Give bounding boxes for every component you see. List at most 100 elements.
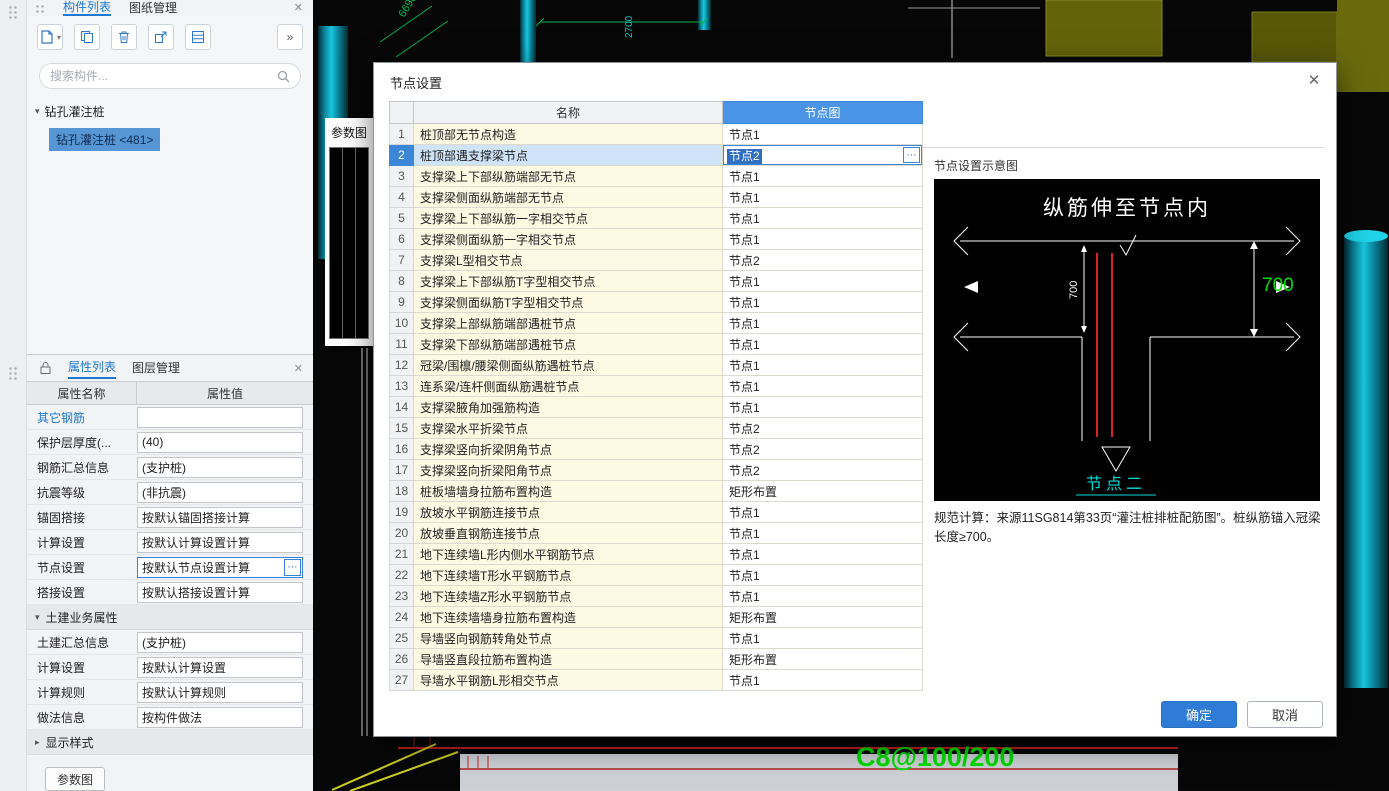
copy-layer-button[interactable] bbox=[148, 24, 174, 50]
property-value-field[interactable]: (支护桩) bbox=[137, 631, 303, 653]
tab-component-list[interactable]: 构件列表 bbox=[63, 0, 112, 16]
node-name-cell[interactable]: 导墙水平钢筋L形相交节点 bbox=[413, 669, 723, 691]
property-row[interactable]: 做法信息 按构件做法 bbox=[27, 705, 313, 730]
node-table-row[interactable]: 19 放坡水平钢筋连接节点 节点1 bbox=[389, 501, 923, 523]
node-name-cell[interactable]: 放坡垂直钢筋连接节点 bbox=[413, 522, 723, 544]
node-value-cell[interactable]: 节点1 bbox=[722, 585, 923, 607]
node-table-row[interactable]: 13 连系梁/连杆侧面纵筋遇桩节点 节点1 bbox=[389, 375, 923, 397]
node-name-cell[interactable]: 支撑梁侧面纵筋T字型相交节点 bbox=[413, 291, 723, 313]
node-value-cell[interactable]: 节点2 ⋯ bbox=[722, 144, 923, 166]
node-table-row[interactable]: 18 桩板墙墙身拉筋布置构造 矩形布置 bbox=[389, 480, 923, 502]
tree-item-selected[interactable]: 钻孔灌注桩 <481> bbox=[49, 128, 161, 151]
node-table-row[interactable]: 6 支撑梁侧面纵筋一字相交节点 节点1 bbox=[389, 228, 923, 250]
delete-button[interactable] bbox=[111, 24, 137, 50]
row-number[interactable]: 21 bbox=[389, 543, 414, 565]
property-row[interactable]: 钢筋汇总信息 (支护桩) bbox=[27, 455, 313, 480]
tab-layer-management[interactable]: 图层管理 bbox=[132, 359, 180, 378]
node-name-cell[interactable]: 放坡水平钢筋连接节点 bbox=[413, 501, 723, 523]
node-name-cell[interactable]: 导墙竖向钢筋转角处节点 bbox=[413, 627, 723, 649]
row-number[interactable]: 4 bbox=[389, 186, 414, 208]
row-number[interactable]: 10 bbox=[389, 312, 414, 334]
property-value-field[interactable]: 按默认计算设置计算 bbox=[137, 531, 303, 553]
node-table-row[interactable]: 1 桩顶部无节点构造 节点1 bbox=[389, 123, 923, 145]
node-table-row[interactable]: 5 支撑梁上下部纵筋一字相交节点 节点1 bbox=[389, 207, 923, 229]
more-tools-button[interactable]: » bbox=[277, 24, 303, 50]
property-value-field[interactable] bbox=[137, 406, 303, 428]
property-value-field[interactable]: (支护桩) bbox=[137, 456, 303, 478]
node-table-row[interactable]: 14 支撑梁腋角加强筋构造 节点1 bbox=[389, 396, 923, 418]
node-picker-button[interactable]: ⋯ bbox=[903, 147, 920, 163]
header-name[interactable]: 名称 bbox=[413, 101, 723, 124]
ok-button[interactable]: 确定 bbox=[1161, 701, 1237, 728]
search-input[interactable] bbox=[50, 69, 271, 83]
node-value-cell[interactable]: 节点1 bbox=[722, 669, 923, 691]
node-name-cell[interactable]: 支撑梁竖向折梁阴角节点 bbox=[413, 438, 723, 460]
tree-group-row[interactable]: ▾ 钻孔灌注桩 bbox=[27, 103, 313, 120]
node-name-cell[interactable]: 支撑梁上下部纵筋T字型相交节点 bbox=[413, 270, 723, 292]
dialog-close-icon[interactable]: ✕ bbox=[1304, 71, 1324, 91]
node-value-cell[interactable]: 节点2 bbox=[722, 438, 923, 460]
param-diagram-thumbnail[interactable] bbox=[329, 147, 369, 339]
node-name-cell[interactable]: 地下连续墙T形水平钢筋节点 bbox=[413, 564, 723, 586]
row-number[interactable]: 23 bbox=[389, 585, 414, 607]
node-name-cell[interactable]: 支撑梁侧面纵筋端部无节点 bbox=[413, 186, 723, 208]
node-value-cell[interactable]: 节点1 bbox=[722, 333, 923, 355]
node-value-cell[interactable]: 节点1 bbox=[722, 522, 923, 544]
property-value-field[interactable]: (非抗震) bbox=[137, 481, 303, 503]
node-value-cell[interactable]: 节点1 bbox=[722, 396, 923, 418]
node-value-cell[interactable]: 节点1 bbox=[722, 165, 923, 187]
node-name-cell[interactable]: 支撑梁竖向折梁阳角节点 bbox=[413, 459, 723, 481]
row-number[interactable]: 11 bbox=[389, 333, 414, 355]
row-number[interactable]: 9 bbox=[389, 291, 414, 313]
property-value-field[interactable]: 按默认节点设置计算 ⋯ bbox=[137, 556, 303, 578]
node-name-cell[interactable]: 导墙竖直段拉筋布置构造 bbox=[413, 648, 723, 670]
node-table-row[interactable]: 22 地下连续墙T形水平钢筋节点 节点1 bbox=[389, 564, 923, 586]
property-row[interactable]: 其它钢筋 bbox=[27, 405, 313, 430]
row-number[interactable]: 24 bbox=[389, 606, 414, 628]
node-name-cell[interactable]: 地下连续墙Z形水平钢筋节点 bbox=[413, 585, 723, 607]
property-row[interactable]: 计算设置 按默认计算设置计算 bbox=[27, 530, 313, 555]
property-group-row[interactable]: ▾ 土建业务属性 bbox=[27, 605, 313, 630]
node-value-cell[interactable]: 节点1 bbox=[722, 543, 923, 565]
node-table-row[interactable]: 20 放坡垂直钢筋连接节点 节点1 bbox=[389, 522, 923, 544]
property-value-field[interactable]: 按默认计算设置 bbox=[137, 656, 303, 678]
node-table-row[interactable]: 2 桩顶部遇支撑梁节点 节点2 ⋯ bbox=[389, 144, 923, 166]
node-table-row[interactable]: 3 支撑梁上下部纵筋端部无节点 节点1 bbox=[389, 165, 923, 187]
node-name-cell[interactable]: 支撑梁下部纵筋端部遇桩节点 bbox=[413, 333, 723, 355]
node-name-cell[interactable]: 支撑梁上下部纵筋端部无节点 bbox=[413, 165, 723, 187]
property-value-field[interactable]: 按默认计算规则 bbox=[137, 681, 303, 703]
node-table-row[interactable]: 10 支撑梁上部纵筋端部遇桩节点 节点1 bbox=[389, 312, 923, 334]
node-table-row[interactable]: 11 支撑梁下部纵筋端部遇桩节点 节点1 bbox=[389, 333, 923, 355]
row-number[interactable]: 19 bbox=[389, 501, 414, 523]
node-table-row[interactable]: 8 支撑梁上下部纵筋T字型相交节点 节点1 bbox=[389, 270, 923, 292]
node-value-cell[interactable]: 节点1 bbox=[722, 186, 923, 208]
node-value-cell[interactable]: 节点1 bbox=[722, 291, 923, 313]
node-name-cell[interactable]: 地下连续墙墙身拉筋布置构造 bbox=[413, 606, 723, 628]
node-value-cell[interactable]: 节点2 bbox=[722, 417, 923, 439]
param-diagram-button[interactable]: 参数图 bbox=[45, 767, 105, 791]
node-name-cell[interactable]: 地下连续墙L形内侧水平钢筋节点 bbox=[413, 543, 723, 565]
row-number[interactable]: 2 bbox=[389, 144, 414, 166]
node-value-cell[interactable]: 节点1 bbox=[722, 627, 923, 649]
node-name-cell[interactable]: 连系梁/连杆侧面纵筋遇桩节点 bbox=[413, 375, 723, 397]
node-table-row[interactable]: 16 支撑梁竖向折梁阴角节点 节点2 bbox=[389, 438, 923, 460]
row-number[interactable]: 13 bbox=[389, 375, 414, 397]
row-number[interactable]: 8 bbox=[389, 270, 414, 292]
node-value-cell[interactable]: 节点2 bbox=[722, 249, 923, 271]
property-group-row[interactable]: ▸ 显示样式 bbox=[27, 730, 313, 755]
node-value-cell[interactable]: 矩形布置 bbox=[722, 648, 923, 670]
row-number[interactable]: 1 bbox=[389, 123, 414, 145]
node-table-row[interactable]: 23 地下连续墙Z形水平钢筋节点 节点1 bbox=[389, 585, 923, 607]
row-number[interactable]: 7 bbox=[389, 249, 414, 271]
property-row[interactable]: 节点设置 按默认节点设置计算 ⋯ bbox=[27, 555, 313, 580]
node-table-row[interactable]: 15 支撑梁水平折梁节点 节点2 bbox=[389, 417, 923, 439]
node-value-cell[interactable]: 节点1 bbox=[722, 354, 923, 376]
node-value-cell[interactable]: 节点1 bbox=[722, 501, 923, 523]
row-number[interactable]: 26 bbox=[389, 648, 414, 670]
node-value-cell[interactable]: 节点2 bbox=[722, 459, 923, 481]
node-table-row[interactable]: 4 支撑梁侧面纵筋端部无节点 节点1 bbox=[389, 186, 923, 208]
property-row[interactable]: 搭接设置 按默认搭接设置计算 bbox=[27, 580, 313, 605]
row-number[interactable]: 25 bbox=[389, 627, 414, 649]
node-table-row[interactable]: 12 冠梁/围檩/腰梁侧面纵筋遇桩节点 节点1 bbox=[389, 354, 923, 376]
header-node-diagram[interactable]: 节点图 bbox=[722, 101, 923, 124]
